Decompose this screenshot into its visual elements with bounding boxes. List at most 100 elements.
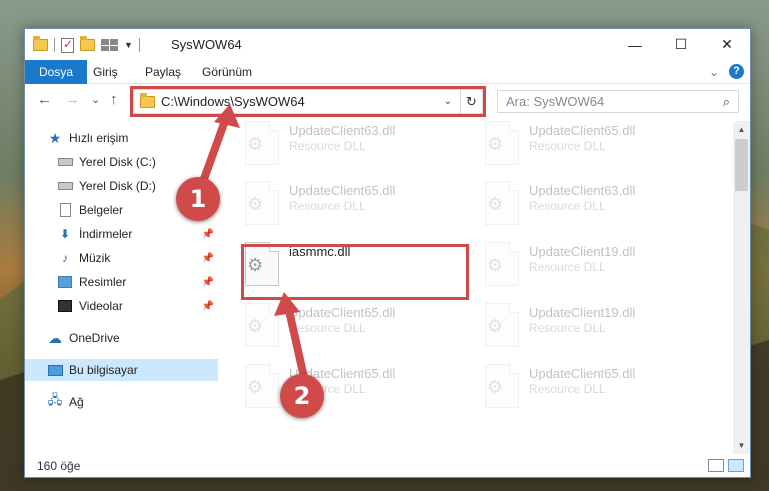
navigation-pane: ★ Hızlı erişim Yerel Disk (C:) Yerel Dis… xyxy=(25,121,218,451)
tab-view[interactable]: Görünüm xyxy=(190,60,264,84)
gear-icon: ⚙ xyxy=(247,134,264,154)
search-input[interactable]: Ara: SysWOW64 ⌕ xyxy=(497,90,739,113)
search-icon[interactable]: ⌕ xyxy=(723,94,730,110)
file-tile[interactable]: ⚙ UpdateClient19.dll Resource DLL xyxy=(477,299,707,357)
view-icon[interactable] xyxy=(101,39,118,51)
callout-number-2: 2 xyxy=(280,374,324,418)
sidebar-item-label: İndirmeler xyxy=(79,227,133,241)
downloads-icon: ⬇ xyxy=(59,227,71,241)
file-type: Resource DLL xyxy=(289,139,366,153)
gear-icon: ⚙ xyxy=(487,377,504,397)
file-name: UpdateClient63.dll xyxy=(289,123,396,138)
pictures-icon xyxy=(57,275,73,289)
file-type: Resource DLL xyxy=(529,321,606,335)
sidebar-item-label: Yerel Disk (C:) xyxy=(79,155,156,169)
file-name: UpdateClient19.dll xyxy=(529,244,636,259)
scroll-up-icon[interactable]: ▲ xyxy=(733,121,750,138)
sidebar-item-downloads[interactable]: ⬇ İndirmeler 📌 xyxy=(25,223,218,245)
file-name: UpdateClient63.dll xyxy=(529,183,636,198)
scroll-down-icon[interactable]: ▼ xyxy=(733,437,750,454)
sidebar-item-label: Müzik xyxy=(79,251,111,265)
file-type: Resource DLL xyxy=(529,199,606,213)
file-name: UpdateClient65.dll xyxy=(529,123,636,138)
help-icon[interactable]: ? xyxy=(729,64,744,79)
sidebar-item-network[interactable]: 🖧 Ağ xyxy=(25,391,218,413)
file-tile[interactable]: ⚙ UpdateClient65.dll Resource DLL xyxy=(237,299,467,357)
scroll-thumb[interactable] xyxy=(735,139,748,191)
up-arrow-icon[interactable]: ↑ xyxy=(110,91,118,108)
file-tile[interactable]: ⚙ UpdateClient63.dll Resource DLL xyxy=(477,177,707,235)
sidebar-item-onedrive[interactable]: ☁ OneDrive xyxy=(25,327,218,349)
computer-icon xyxy=(47,363,63,377)
file-tile[interactable]: ⚙ UpdateClient65.dll Resource DLL xyxy=(237,177,467,235)
network-icon: 🖧 xyxy=(47,392,63,407)
gear-icon: ⚙ xyxy=(247,316,264,336)
toolbar-separator xyxy=(54,38,55,52)
sidebar-item-label: OneDrive xyxy=(69,331,120,345)
ribbon-right-controls: ⌄ ? xyxy=(709,64,744,79)
sidebar-item-quick-access[interactable]: ★ Hızlı erişim xyxy=(25,127,218,149)
folder-icon xyxy=(33,36,48,51)
pin-icon[interactable]: 📌 xyxy=(202,229,214,240)
pin-icon[interactable]: 📌 xyxy=(202,301,214,312)
back-arrow-icon[interactable]: ← xyxy=(37,91,52,108)
drive-icon xyxy=(57,155,73,169)
file-highlight-box xyxy=(241,244,469,300)
gear-icon: ⚙ xyxy=(247,377,264,397)
star-icon: ★ xyxy=(48,129,62,146)
details-view-icon[interactable] xyxy=(708,459,724,472)
navigation-bar: ← → ⌄ ↑ C:\Windows\SysWOW64 ⌄ ↻ Ara: Sys… xyxy=(25,85,750,117)
ribbon-tabs: Dosya Giriş Paylaş Görünüm ⌄ ? xyxy=(25,60,750,84)
file-tile[interactable]: ⚙ UpdateClient65.dll Resource DLL xyxy=(237,360,467,418)
sidebar-item-pictures[interactable]: Resimler 📌 xyxy=(25,271,218,293)
file-tile[interactable]: ⚙ UpdateClient65.dll Resource DLL xyxy=(477,121,707,175)
file-tile[interactable]: ⚙ UpdateClient19.dll Resource DLL xyxy=(477,238,707,296)
close-button[interactable]: ✕ xyxy=(704,29,750,60)
new-folder-icon[interactable] xyxy=(80,36,95,51)
forward-arrow-icon[interactable]: → xyxy=(65,91,80,108)
tiles-view-icon[interactable] xyxy=(728,459,744,472)
maximize-button[interactable]: ☐ xyxy=(658,29,704,60)
pin-icon[interactable]: 📌 xyxy=(202,277,214,288)
item-count: 160 öğe xyxy=(37,459,81,473)
tab-file[interactable]: Dosya xyxy=(25,60,88,84)
sidebar-item-this-pc[interactable]: Bu bilgisayar xyxy=(25,359,218,381)
gear-icon: ⚙ xyxy=(487,316,504,336)
search-placeholder: Ara: SysWOW64 xyxy=(506,94,605,109)
sidebar-item-label: Belgeler xyxy=(79,203,124,217)
documents-icon xyxy=(57,203,73,217)
pin-icon[interactable]: 📌 xyxy=(202,253,214,264)
expand-ribbon-icon[interactable]: ⌄ xyxy=(709,65,719,79)
file-name: UpdateClient19.dll xyxy=(529,305,636,320)
window-controls: — ☐ ✕ xyxy=(612,29,750,60)
cloud-icon: ☁ xyxy=(48,329,62,346)
sidebar-item-music[interactable]: ♪ Müzik 📌 xyxy=(25,247,218,269)
file-type: Resource DLL xyxy=(529,382,606,396)
gear-icon: ⚙ xyxy=(247,194,264,214)
customize-toolbar-caret-icon[interactable]: ▼ xyxy=(124,40,133,50)
tab-home[interactable]: Giriş xyxy=(81,60,130,84)
sidebar-item-label: Hızlı erişim xyxy=(69,131,129,145)
file-type: Resource DLL xyxy=(529,139,606,153)
properties-icon[interactable] xyxy=(61,37,74,53)
status-bar: 160 öğe xyxy=(25,455,750,477)
address-highlight-box xyxy=(130,86,486,117)
title-bar: ▼ SysWOW64 — ☐ ✕ xyxy=(25,29,750,60)
sidebar-item-local-disk-c[interactable]: Yerel Disk (C:) xyxy=(25,151,218,173)
drive-icon xyxy=(57,179,73,193)
sidebar-item-label: Ağ xyxy=(69,395,84,409)
sidebar-item-label: Videolar xyxy=(79,299,123,313)
vertical-scrollbar[interactable]: ▲ ▼ xyxy=(733,121,750,454)
file-tile[interactable]: ⚙ UpdateClient63.dll Resource DLL xyxy=(237,121,467,175)
minimize-button[interactable]: — xyxy=(612,29,658,60)
file-type: Resource DLL xyxy=(529,260,606,274)
file-tile[interactable]: ⚙ UpdateClient65.dll Resource DLL xyxy=(477,360,707,418)
recent-locations-caret-icon[interactable]: ⌄ xyxy=(91,93,100,106)
view-switcher xyxy=(708,459,744,472)
music-icon: ♪ xyxy=(62,251,68,265)
callout-number-1: 1 xyxy=(176,177,220,221)
file-type: Resource DLL xyxy=(289,199,366,213)
toolbar-separator xyxy=(138,38,140,52)
tab-share[interactable]: Paylaş xyxy=(133,60,193,84)
sidebar-item-videos[interactable]: Videolar 📌 xyxy=(25,295,218,317)
